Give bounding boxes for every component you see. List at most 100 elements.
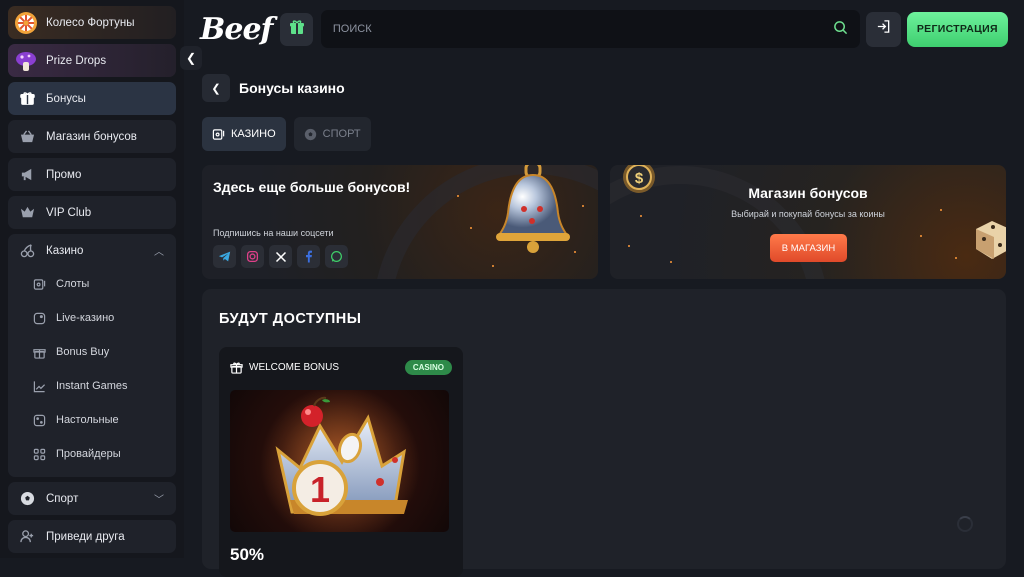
- category-tabs: КАЗИНО СПОРТ: [202, 117, 379, 151]
- sidebar-item-instant-games[interactable]: Instant Games: [8, 369, 176, 403]
- sidebar-item-wheel[interactable]: Колесо Фортуны: [8, 6, 176, 39]
- sidebar-item-invite-friend[interactable]: Приведи друга: [8, 520, 176, 553]
- sidebar-sub-label: Instant Games: [56, 380, 128, 392]
- social-promo-banner: Здесь еще больше бонусов! Подпишись на н…: [202, 165, 598, 279]
- basket-icon: [18, 128, 36, 146]
- chevron-left-icon: ❮: [185, 51, 197, 65]
- spark: [457, 195, 459, 197]
- gift-icon: [18, 90, 36, 108]
- loading-spinner-icon: [957, 516, 973, 532]
- tab-sport[interactable]: СПОРТ: [293, 117, 371, 151]
- chevron-up-icon: ︿: [154, 247, 164, 258]
- chevron-left-icon: ❮: [211, 82, 221, 95]
- sidebar-item-label: Prize Drops: [46, 54, 107, 67]
- upcoming-bonuses-section: БУДУТ ДОСТУПНЫ WELCOME BONUS CASINO 1 50…: [202, 289, 1006, 577]
- bonus-card[interactable]: WELCOME BONUS CASINO 1 50%: [219, 347, 463, 577]
- sidebar-item-label: Приведи друга: [46, 530, 125, 543]
- banner-title: Здесь еще больше бонусов!: [213, 179, 411, 195]
- sidebar-item-live-casino[interactable]: Live-казино: [8, 301, 176, 335]
- sidebar-item-slots[interactable]: Слоты: [8, 267, 176, 301]
- sidebar-collapse-button[interactable]: ❮: [180, 46, 202, 70]
- gift-outline-icon: [32, 345, 46, 359]
- page-title: Бонусы казино: [239, 80, 345, 96]
- dice-icon: [32, 413, 46, 427]
- spark: [940, 209, 942, 211]
- gift-icon: [289, 19, 305, 40]
- spark: [628, 245, 630, 247]
- sidebar-item-bonuses[interactable]: Бонусы: [8, 82, 176, 115]
- section-title: БУДУТ ДОСТУПНЫ: [219, 311, 362, 327]
- back-button[interactable]: ❮: [202, 74, 230, 102]
- sidebar-item-table-games[interactable]: Настольные: [8, 403, 176, 437]
- banner-title: Магазин бонусов: [748, 185, 868, 201]
- login-button[interactable]: [866, 11, 901, 47]
- login-icon: [876, 19, 891, 39]
- spark: [955, 257, 957, 259]
- logo[interactable]: Beef: [200, 12, 273, 47]
- sidebar-item-label: Казино: [46, 244, 84, 257]
- card-header: WELCOME BONUS: [230, 361, 339, 374]
- sidebar-sub-label: Bonus Buy: [56, 346, 110, 358]
- live-icon: [32, 311, 46, 325]
- sidebar-item-label: Колесо Фортуны: [46, 16, 135, 29]
- banner-subtitle: Выбирай и покупай бонусы за коины: [731, 209, 885, 219]
- tab-label: КАЗИНО: [231, 128, 276, 140]
- football-icon: [18, 490, 36, 508]
- telegram-icon[interactable]: [213, 245, 236, 268]
- sidebar-item-bonus-buy[interactable]: Bonus Buy: [8, 335, 176, 369]
- spark: [582, 205, 584, 207]
- sidebar-group-casino: Казино ︿ Слоты Live-казино Bonus Buy Ins…: [8, 234, 176, 477]
- facebook-icon[interactable]: [297, 245, 320, 268]
- spark: [574, 251, 576, 253]
- sidebar-item-bonus-shop[interactable]: Магазин бонусов: [8, 120, 176, 153]
- sidebar-item-label: Промо: [46, 168, 82, 181]
- crown-icon: [18, 204, 36, 222]
- sidebar-item-casino[interactable]: Казино ︿: [8, 234, 176, 267]
- x-twitter-icon[interactable]: [269, 245, 292, 268]
- sidebar-item-label: VIP Club: [46, 206, 92, 219]
- card-title: WELCOME BONUS: [249, 362, 340, 373]
- spark: [470, 227, 472, 229]
- gift-outline-icon: [230, 361, 243, 374]
- gift-button[interactable]: [280, 12, 313, 46]
- spark: [640, 215, 642, 217]
- chevron-down-icon: ﹀: [154, 495, 164, 506]
- search-icon[interactable]: [833, 20, 848, 38]
- bonus-value: 50%: [230, 545, 265, 564]
- sidebar-item-providers[interactable]: Провайдеры: [8, 437, 176, 471]
- spark: [920, 235, 922, 237]
- sidebar-sub-label: Слоты: [56, 278, 90, 290]
- cherry-icon: [18, 242, 36, 260]
- svg-text:1: 1: [310, 469, 330, 510]
- sidebar: Колесо Фортуны Prize Drops Бонусы Магази…: [0, 0, 184, 558]
- register-button[interactable]: РЕГИСТРАЦИЯ: [906, 11, 1008, 47]
- sidebar-item-label: Бонусы: [46, 92, 86, 105]
- casino-badge: CASINO: [404, 360, 452, 375]
- sidebar-item-vip-club[interactable]: VIP Club: [8, 196, 176, 229]
- slots-icon: [212, 128, 225, 141]
- instagram-icon[interactable]: [241, 245, 264, 268]
- sidebar-item-promo[interactable]: Промо: [8, 158, 176, 191]
- search-bar: [320, 10, 861, 48]
- mushroom-icon: [16, 51, 36, 71]
- wheel-icon: [15, 11, 37, 34]
- go-to-shop-button[interactable]: В МАГАЗИН: [770, 234, 847, 262]
- spark: [670, 261, 672, 263]
- megaphone-icon: [18, 166, 36, 184]
- crown-illustration: 1: [260, 390, 420, 532]
- sidebar-item-sport[interactable]: Спорт ﹀: [8, 482, 176, 515]
- football-icon: [304, 128, 317, 141]
- chart-up-icon: [32, 379, 46, 393]
- bell-illustration: [496, 165, 570, 253]
- tab-label: СПОРТ: [322, 128, 361, 140]
- bonus-card-image: 1: [230, 390, 449, 532]
- search-input[interactable]: [332, 23, 849, 35]
- sidebar-sub-label: Настольные: [56, 414, 119, 426]
- header: Beef РЕГИСТРАЦИЯ: [200, 8, 1008, 50]
- whatsapp-icon[interactable]: [325, 245, 348, 268]
- bonus-shop-banner: $ Магазин бонусов Выбирай и покупай бону…: [610, 165, 1006, 279]
- tab-casino[interactable]: КАЗИНО: [202, 117, 286, 151]
- sidebar-item-label: Магазин бонусов: [46, 130, 137, 143]
- sidebar-item-prize-drops[interactable]: Prize Drops: [8, 44, 176, 77]
- sidebar-sub-label: Live-казино: [56, 312, 115, 324]
